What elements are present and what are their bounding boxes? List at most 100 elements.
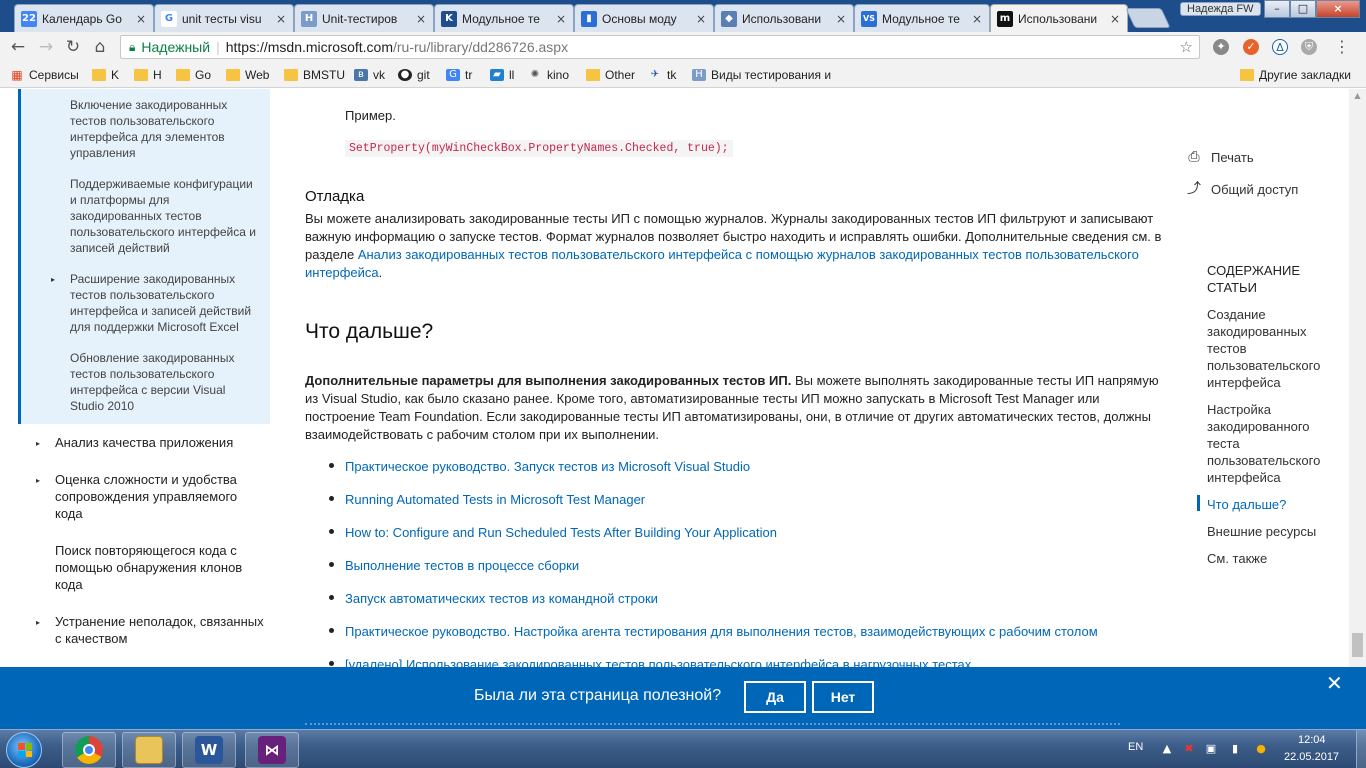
lock-icon: 🔒︎ <box>129 39 136 54</box>
back-button[interactable]: ← <box>8 37 28 57</box>
toc-item-whats-next[interactable]: Что дальше? <box>1207 496 1332 513</box>
feedback-yes-button[interactable]: Да <box>744 681 806 713</box>
nav-subitem[interactable]: Включение закодированных тестов пользова… <box>70 97 260 161</box>
bookmark-other-folder[interactable]: Другие закладки <box>1240 67 1351 83</box>
window-close-button[interactable]: × <box>1316 0 1360 18</box>
toc-item-create[interactable]: Создание закодированных тестов пользоват… <box>1207 306 1332 391</box>
print-action[interactable]: ⎙ Печать <box>1185 149 1253 165</box>
minimize-button[interactable]: – <box>1264 0 1290 18</box>
scroll-up-icon[interactable]: ▲ <box>1349 89 1366 103</box>
language-indicator[interactable]: EN <box>1128 741 1143 753</box>
bookmark-go[interactable]: Go <box>176 67 211 83</box>
power-icon[interactable]: ● <box>1254 742 1268 756</box>
close-icon[interactable]: × <box>555 12 567 26</box>
bookmark-tr[interactable]: G tr <box>446 67 472 83</box>
nav-subitem[interactable]: Обновление закодированных тестов пользов… <box>70 350 260 414</box>
clock-time[interactable]: 12:04 <box>1298 734 1326 746</box>
bookmark-h[interactable]: H <box>134 67 162 83</box>
bookmark-kino[interactable]: ✺ kino <box>528 67 569 83</box>
scroll-thumb[interactable] <box>1352 633 1363 657</box>
bookmark-apps[interactable]: ▦ Сервисы <box>10 67 79 83</box>
forward-button[interactable]: → <box>36 37 56 57</box>
link-scheduled-tests[interactable]: How to: Configure and Run Scheduled Test… <box>345 525 777 540</box>
expand-arrow-icon[interactable]: ▸ <box>36 476 40 485</box>
bookmark-star-icon[interactable]: ☆ <box>1180 38 1193 56</box>
taskbar-visual-studio[interactable]: ⋈ <box>245 732 299 768</box>
expand-arrow-icon[interactable]: ▸ <box>36 618 40 627</box>
link-build-tests[interactable]: Выполнение тестов в процессе сборки <box>345 558 579 573</box>
close-icon[interactable]: × <box>415 12 427 26</box>
tab-usage-1[interactable]: ◆ Использовани × <box>714 4 854 32</box>
bookmark-ll[interactable]: ▰ ll <box>490 67 514 83</box>
close-icon[interactable]: × <box>835 12 847 26</box>
nav-item-troubleshooting[interactable]: Устранение неполадок, связанных с качест… <box>55 613 265 647</box>
clock-date[interactable]: 22.05.2017 <box>1284 751 1339 763</box>
close-icon[interactable]: × <box>135 12 147 26</box>
nav-item-quality-analysis[interactable]: Анализ качества приложения <box>55 434 265 451</box>
bookmark-tk[interactable]: ✈ tk <box>648 67 677 83</box>
opera-extension-icon[interactable]: ✓ <box>1243 39 1259 55</box>
network-error-icon[interactable]: ✖ <box>1182 742 1196 756</box>
close-icon[interactable]: × <box>275 12 287 26</box>
taskbar-explorer[interactable] <box>122 732 176 768</box>
expand-arrow-icon[interactable]: ▸ <box>51 275 55 284</box>
bookmark-vk[interactable]: в vk <box>354 67 385 83</box>
tab-title: Использовани <box>742 11 822 26</box>
tab-unit-testing[interactable]: H Unit-тестиров × <box>294 4 434 32</box>
bookmark-test-types[interactable]: H Виды тестирования и <box>692 67 832 83</box>
address-bar[interactable]: 🔒︎ Надежный | https://msdn.microsoft.com… <box>120 35 1200 59</box>
close-icon[interactable]: ✕ <box>1326 671 1343 695</box>
profile-button[interactable]: Надежда FW <box>1180 2 1261 16</box>
tab-module-basics[interactable]: ▮ Основы моду × <box>574 4 714 32</box>
paw-extension-icon[interactable]: ✦ <box>1213 39 1229 55</box>
expand-arrow-icon[interactable]: ▸ <box>36 439 40 448</box>
close-icon[interactable]: × <box>1109 12 1121 26</box>
bookmark-web[interactable]: Web <box>226 67 269 83</box>
delta-extension-icon[interactable]: Δ <box>1272 39 1288 55</box>
bookmark-label: Виды тестирования и <box>711 68 832 82</box>
reload-button[interactable]: ↻ <box>63 37 83 57</box>
tab-usage-active[interactable]: m Использовани × <box>990 4 1128 32</box>
share-action[interactable]: ⤴ Общий доступ <box>1185 181 1298 197</box>
tab-module-test-2[interactable]: VS Модульное те × <box>854 4 990 32</box>
maximize-button[interactable]: □ <box>1290 0 1316 18</box>
nav-subitem[interactable]: Поддерживаемые конфигурации и платформы … <box>70 176 260 256</box>
home-button[interactable]: ⌂ <box>90 37 110 57</box>
page-scrollbar[interactable]: ▲ ▼ <box>1349 89 1366 729</box>
bookmark-other[interactable]: Other <box>586 67 635 83</box>
show-desktop-button[interactable] <box>1356 730 1366 768</box>
close-icon[interactable]: × <box>971 12 983 26</box>
toc-item-see-also[interactable]: См. также <box>1207 550 1332 567</box>
toc-item-external[interactable]: Внешние ресурсы <box>1207 523 1332 540</box>
close-icon[interactable]: × <box>695 12 707 26</box>
menu-icon[interactable]: ⋮ <box>1334 39 1350 55</box>
feedback-no-button[interactable]: Нет <box>812 681 874 713</box>
debug-logs-link[interactable]: Анализ закодированных тестов пользовател… <box>305 247 1139 280</box>
tab-calendar[interactable]: 22 Календарь Go × <box>14 4 154 32</box>
tab-module-test-1[interactable]: K Модульное те × <box>434 4 574 32</box>
bookmark-k[interactable]: K <box>92 67 119 83</box>
next-bold: Дополнительные параметры для выполнения … <box>305 373 792 388</box>
debug-paragraph: Вы можете анализировать закодированные т… <box>305 210 1163 282</box>
bookmark-git[interactable]: ● git <box>398 67 430 83</box>
new-tab-button[interactable] <box>1125 8 1171 28</box>
tab-google-search[interactable]: G unit тесты visu × <box>154 4 294 32</box>
link-test-agent[interactable]: Практическое руководство. Настройка аген… <box>345 624 1098 639</box>
nav-item-clone-detection[interactable]: Поиск повторяющегося кода с помощью обна… <box>55 542 265 593</box>
taskbar-chrome[interactable] <box>62 732 116 768</box>
link-command-line[interactable]: Запуск автоматических тестов из командно… <box>345 591 658 606</box>
bookmark-bmstu[interactable]: BMSTU <box>284 67 345 83</box>
nav-item-complexity[interactable]: Оценка сложности и удобства сопровождени… <box>55 471 265 522</box>
bookmark-label: Сервисы <box>29 68 79 82</box>
tray-expand-icon[interactable]: ▲ <box>1160 742 1174 756</box>
nav-subitem[interactable]: Расширение закодированных тестов пользов… <box>70 271 260 335</box>
link-test-manager[interactable]: Running Automated Tests in Microsoft Tes… <box>345 492 645 507</box>
tab-title: unit тесты visu <box>182 11 262 26</box>
signal-icon[interactable]: ▮ <box>1228 742 1242 756</box>
start-button[interactable] <box>6 732 42 768</box>
device-icon[interactable]: ▣ <box>1204 742 1218 756</box>
toc-item-configure[interactable]: Настройка закодированного теста пользова… <box>1207 401 1332 486</box>
shield-extension-icon[interactable]: ⛨ <box>1301 39 1317 55</box>
link-run-tests-vs[interactable]: Практическое руководство. Запуск тестов … <box>345 459 750 474</box>
taskbar-word[interactable]: W <box>182 732 236 768</box>
